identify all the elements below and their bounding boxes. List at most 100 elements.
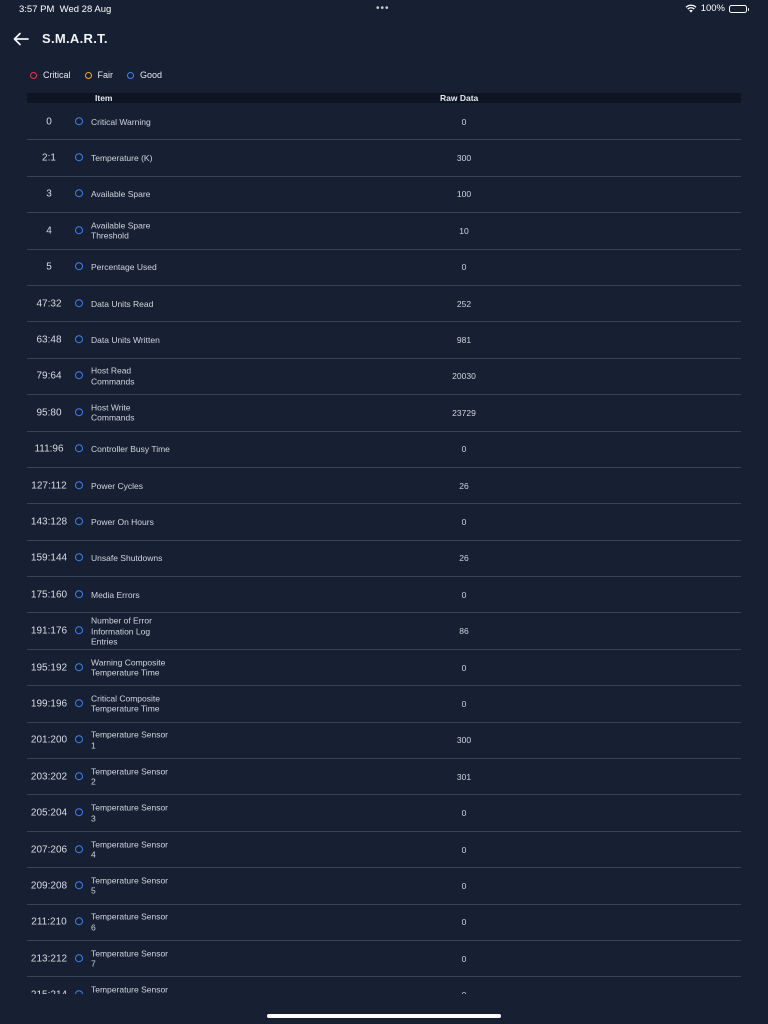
table-row[interactable]: 205:204 Temperature Sensor 3 0 [27,795,741,832]
attribute-id: 111:96 [34,443,64,455]
status-ring-icon [75,735,83,744]
attribute-name: Temperature Sensor 1 [91,729,169,751]
attribute-id: 3 [46,188,52,200]
attribute-id: 5 [46,261,52,273]
attribute-name: Available Spare [91,189,151,200]
raw-data-value: 86 [459,626,469,637]
raw-data-value: 300 [456,153,472,164]
attribute-id: 127:112 [31,480,67,492]
table-row[interactable]: 215:214 Temperature Sensor 8 0 [27,977,741,994]
table-row[interactable]: 203:202 Temperature Sensor 2 301 [27,759,741,796]
table-row[interactable]: 95:80 Host Write Commands 23729 [27,395,741,432]
attribute-name: Temperature Sensor 4 [91,839,169,860]
status-ring-icon [75,189,83,198]
status-ring-icon [75,626,83,635]
status-ring-icon [127,71,135,79]
table-row[interactable]: 111:96 Controller Busy Time 0 [27,432,741,468]
table-row[interactable]: 143:128 Power On Hours 0 [27,504,741,541]
attribute-name: Data Units Written [91,334,160,345]
status-ring-icon [75,262,83,271]
table-row[interactable]: 63:48 Data Units Written 981 [27,322,741,359]
table-row[interactable]: 0 Critical Warning 0 [27,104,741,141]
table-row[interactable]: 201:200 Temperature Sensor 1 300 [27,723,741,760]
battery-icon [729,4,749,13]
status-legend: Critical Fair Good [30,70,162,80]
status-bar: 3:57 PM Wed 28 Aug ••• 100% [0,0,768,18]
raw-data-value: 300 [456,735,472,746]
status-ring-icon [75,771,83,780]
status-ring-icon [30,71,37,79]
raw-data-value: 0 [461,844,467,855]
raw-data-value: 0 [461,953,467,964]
raw-data-value: 26 [459,553,469,564]
raw-data-value: 23729 [452,407,476,418]
attribute-name: Temperature Sensor 3 [91,802,169,824]
table-row[interactable]: 47:32 Data Units Read 252 [27,286,741,323]
attribute-id: 159:144 [30,552,68,564]
table-row[interactable]: 207:206 Temperature Sensor 4 0 [27,832,741,869]
smart-table[interactable]: 0 Critical Warning 0 2:1 Temperature (K) 300 3… [27,104,741,994]
attribute-id: 79:64 [36,370,62,382]
column-header-item: Item [95,93,113,103]
table-row[interactable]: 159:144 Unsafe Shutdowns 26 [27,541,741,578]
table-row[interactable]: 195:192 Warning Composite Temperature Tim… [27,650,741,687]
attribute-name: Data Units Read [91,298,154,309]
status-ring-icon [75,553,83,562]
table-row[interactable]: 2:1 Temperature (K) 300 [27,140,741,177]
status-ring-icon [75,990,83,994]
status-ring-icon [75,808,83,817]
raw-data-value: 0 [461,698,467,709]
table-row[interactable]: 211:210 Temperature Sensor 6 0 [27,905,741,941]
status-ring-icon [75,699,83,708]
status-ring-icon [75,444,83,453]
attribute-id: 143:128 [30,516,68,528]
table-header: Item Raw Data [27,93,741,103]
status-time: 3:57 PM Wed 28 Aug [19,4,112,15]
status-ring-icon [75,116,83,125]
attribute-name: Temperature Sensor 8 [91,984,169,994]
home-indicator[interactable] [267,1014,501,1018]
raw-data-value: 20030 [452,371,476,382]
raw-data-value: 0 [461,262,467,273]
legend-label: Fair [97,70,114,80]
status-ring-icon [75,371,83,380]
back-arrow-icon[interactable] [12,30,30,48]
attribute-id: 213:212 [30,953,68,965]
table-row[interactable]: 199:196 Critical Composite Temperature Ti… [27,686,741,723]
table-row[interactable]: 127:112 Power Cycles 26 [27,468,741,505]
raw-data-value: 0 [461,917,467,928]
attribute-name: Warning Composite Temperature Time [91,657,166,678]
attribute-id: 0 [46,116,52,128]
attribute-id: 211:210 [31,916,67,928]
attribute-name: Percentage Used [91,262,157,272]
attribute-id: 205:204 [30,807,68,819]
table-row[interactable]: 4 Available Spare Threshold 10 [27,213,741,250]
attribute-name: Host Read Commands [91,365,135,387]
table-row[interactable]: 191:176 Number of Error Information Log E… [27,613,741,650]
attribute-id: 175:160 [30,589,68,601]
table-row[interactable]: 175:160 Media Errors 0 [27,577,741,614]
attribute-name: Power On Hours [91,516,154,527]
table-row[interactable]: 3 Available Spare 100 [27,177,741,214]
attribute-name: Media Errors [91,589,140,600]
raw-data-value: 0 [414,990,514,994]
table-row[interactable]: 79:64 Host Read Commands 20030 [27,359,741,396]
attribute-name: Critical Composite Temperature Time [91,693,160,714]
attribute-id: 63:48 [36,334,62,346]
legend-label: Good [140,70,163,80]
wifi-icon [685,4,697,13]
multitasking-dots-icon[interactable]: ••• [376,3,390,14]
attribute-name: Temperature Sensor 5 [91,875,169,896]
raw-data-value: 0 [461,880,467,891]
status-ring-icon [75,480,83,489]
status-ring-icon [75,844,83,853]
raw-data-value: 0 [461,808,467,819]
table-row[interactable]: 213:212 Temperature Sensor 7 0 [27,941,741,978]
status-ring-icon [75,589,83,598]
attribute-id: 215:214 [27,990,71,994]
table-row[interactable]: 209:208 Temperature Sensor 5 0 [27,868,741,905]
legend-label: Critical [43,70,71,80]
table-row[interactable]: 5 Percentage Used 0 [27,250,741,286]
attribute-id: 209:208 [30,880,68,892]
raw-data-value: 0 [461,516,467,527]
